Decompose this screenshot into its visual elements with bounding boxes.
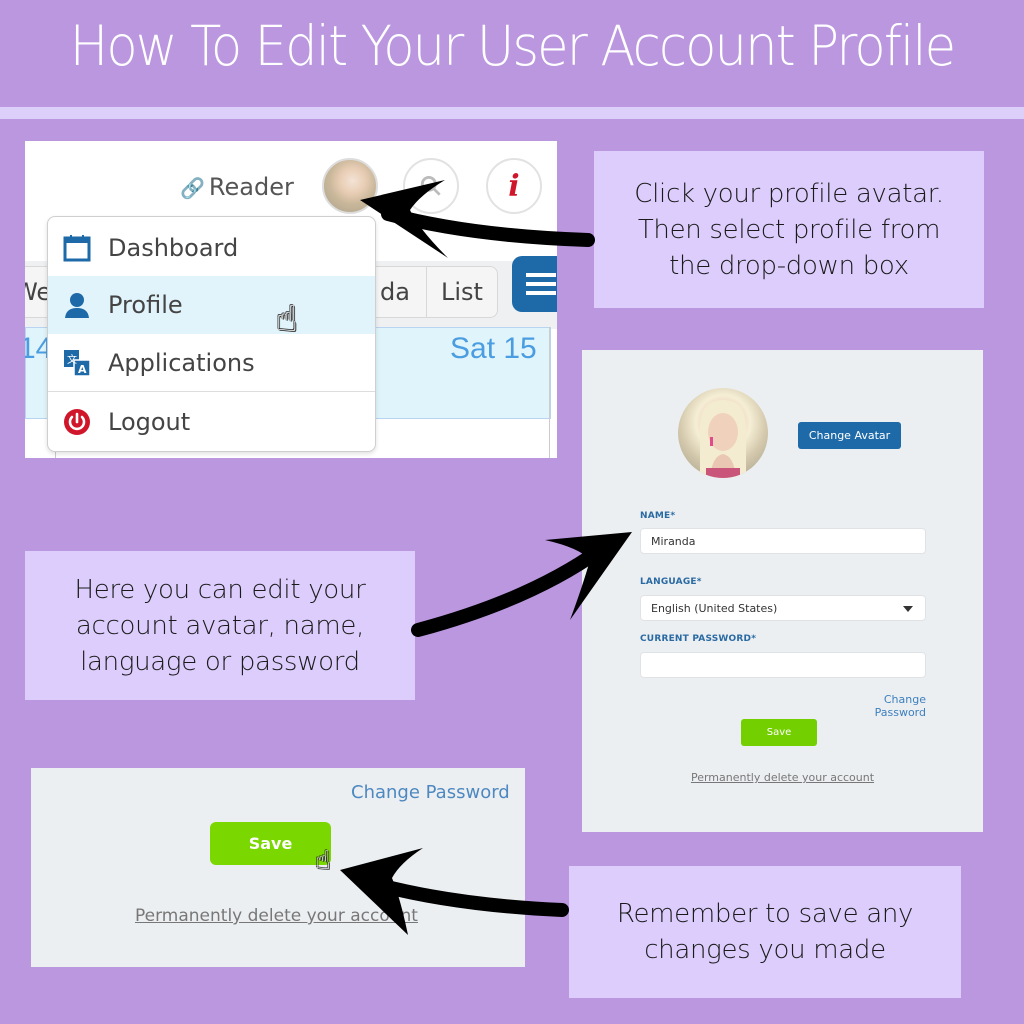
delete-account-link[interactable]: Permanently delete your account xyxy=(582,771,983,784)
menu-item-applications[interactable]: 文A Applications xyxy=(48,334,375,392)
menu-bar xyxy=(526,273,556,277)
hand-cursor-icon: ☝ xyxy=(276,299,298,340)
tab-list[interactable]: List xyxy=(426,266,498,318)
dropdown-screenshot: 🔗Reader i Wee da List 14 Sat 15 Dashboar… xyxy=(25,141,557,458)
svg-text:A: A xyxy=(78,363,87,376)
user-icon xyxy=(62,290,92,320)
language-select[interactable]: English (United States) xyxy=(640,595,926,621)
search-button[interactable] xyxy=(403,158,459,214)
callout-step-1: Click your profile avatar. Then select p… xyxy=(594,151,984,308)
user-dropdown-menu: Dashboard Profile ☝ 文A Applications Logo… xyxy=(47,216,376,452)
menu-item-label: Dashboard xyxy=(108,234,239,262)
hand-cursor-icon: ☝ xyxy=(315,846,331,876)
translate-icon: 文A xyxy=(62,348,92,378)
current-password-field[interactable] xyxy=(640,652,926,678)
caret-down-icon xyxy=(903,606,913,612)
profile-avatar-button[interactable] xyxy=(322,158,378,214)
menu-item-dashboard[interactable]: Dashboard xyxy=(48,219,375,277)
save-zoom-screenshot: Change Password Save ☝ Permanently delet… xyxy=(31,768,525,967)
info-button[interactable]: i xyxy=(486,158,542,214)
callout-text: Here you can edit your account avatar, n… xyxy=(74,574,366,677)
name-label: NAME* xyxy=(640,511,676,521)
save-button[interactable]: Save xyxy=(210,822,331,865)
callout-text: Remember to save any changes you made xyxy=(616,899,914,965)
page-title: How To Edit Your User Account Profile xyxy=(69,14,956,78)
power-icon xyxy=(62,407,92,437)
change-password-link[interactable]: Change Password xyxy=(832,693,926,719)
delete-account-link[interactable]: Permanently delete your account xyxy=(135,906,418,926)
current-password-label: CURRENT PASSWORD* xyxy=(640,634,757,644)
callout-step-2: Here you can edit your account avatar, n… xyxy=(25,551,415,700)
language-value: English (United States) xyxy=(651,601,778,615)
callout-step-3: Remember to save any changes you made xyxy=(569,866,961,998)
menu-item-logout[interactable]: Logout xyxy=(48,393,375,451)
language-label: LANGUAGE* xyxy=(640,577,702,587)
reader-link[interactable]: 🔗 Reader xyxy=(180,173,294,201)
menu-item-label: Profile xyxy=(108,291,183,319)
info-icon: i xyxy=(508,168,520,204)
menu-item-label: Applications xyxy=(108,349,255,377)
change-avatar-button[interactable]: Change Avatar xyxy=(798,422,901,449)
menu-bar xyxy=(526,291,556,295)
save-button[interactable]: Save xyxy=(741,719,817,746)
change-password-link[interactable]: Change Password xyxy=(351,782,510,803)
menu-divider xyxy=(48,391,375,392)
reader-label: Reader xyxy=(208,173,294,201)
avatar-portrait xyxy=(700,400,746,478)
svg-text:文: 文 xyxy=(67,353,77,366)
menu-item-label: Logout xyxy=(108,408,191,436)
name-field[interactable]: Miranda xyxy=(640,528,926,554)
menu-item-profile[interactable]: Profile ☝ xyxy=(48,276,375,338)
calendar-icon xyxy=(62,233,92,263)
profile-avatar-image xyxy=(678,388,768,478)
menu-bar xyxy=(526,282,556,286)
name-value: Miranda xyxy=(651,534,696,548)
profile-form-screenshot: Change Avatar NAME* Miranda LANGUAGE* En… xyxy=(582,350,983,832)
search-icon xyxy=(420,175,441,196)
title-divider xyxy=(0,107,1024,119)
hamburger-menu-button[interactable] xyxy=(512,256,557,312)
link-icon: 🔗 xyxy=(180,176,205,200)
day-label-sat-15: Sat 15 xyxy=(450,332,537,365)
calendar-grid-line xyxy=(549,327,550,458)
callout-text: Click your profile avatar. Then select p… xyxy=(634,178,944,281)
